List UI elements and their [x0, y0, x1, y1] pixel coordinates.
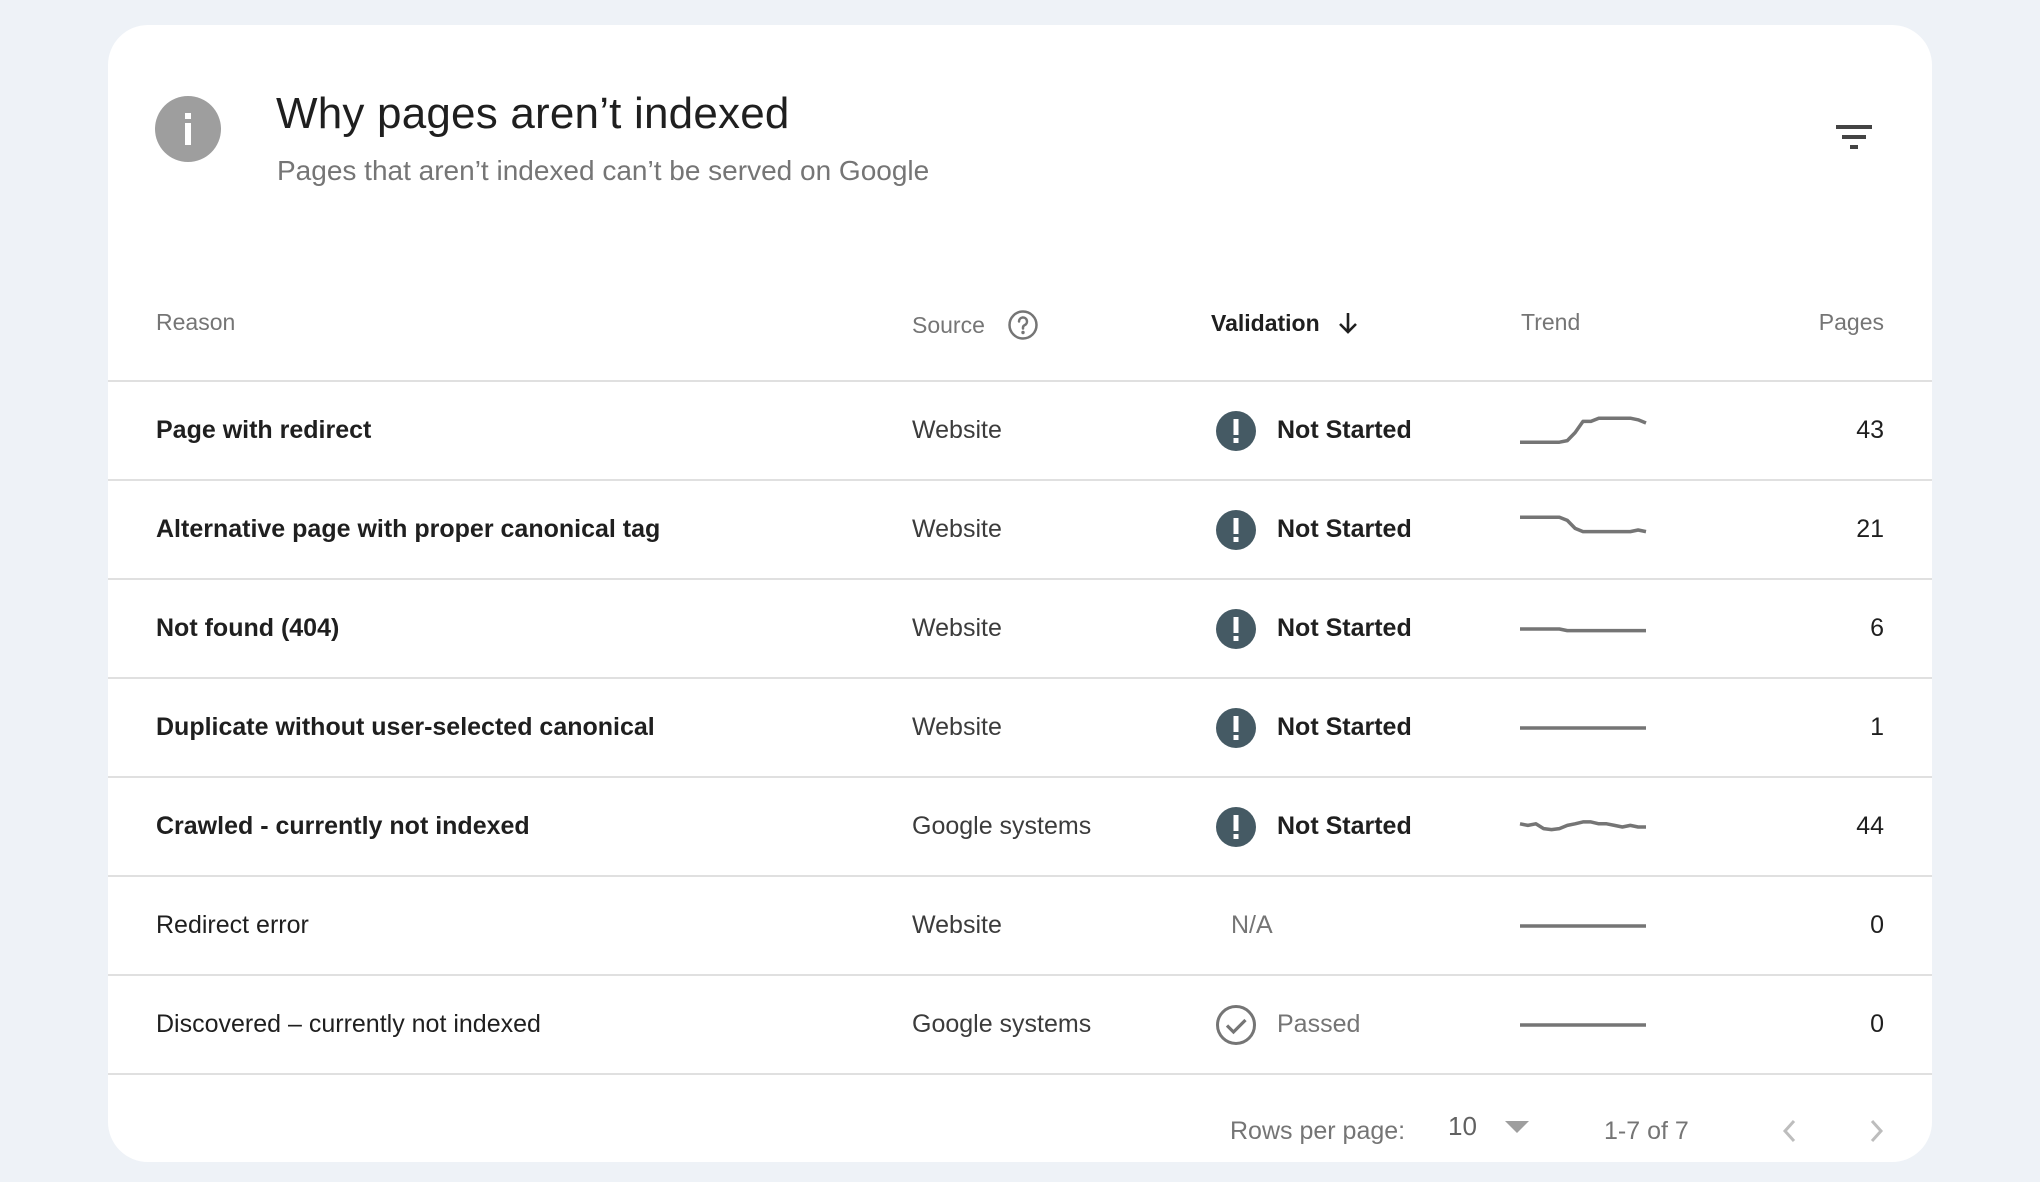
- dropdown-caret-icon: [1504, 1120, 1529, 1133]
- source-cell: Website: [912, 911, 1002, 939]
- column-label: Validation: [1211, 309, 1320, 336]
- pagination: Rows per page: 10 1-7 of 7: [108, 1073, 1932, 1153]
- trend-cell: [1518, 382, 1650, 479]
- source-cell: Website: [912, 614, 1002, 642]
- validation-cell: Not Started: [1215, 580, 1412, 677]
- validation-cell: N/A: [1215, 877, 1273, 974]
- table-row[interactable]: Discovered – currently not indexed Google…: [108, 976, 1932, 1075]
- table-row[interactable]: Crawled - currently not indexed Google sy…: [108, 778, 1932, 877]
- help-icon[interactable]: [1007, 309, 1039, 341]
- validation-status: Not Started: [1277, 515, 1412, 543]
- validation-cell: Not Started: [1215, 481, 1412, 578]
- previous-page-button[interactable]: [1770, 1111, 1810, 1151]
- validation-cell: Not Started: [1215, 679, 1412, 776]
- column-label: Reason: [156, 309, 236, 335]
- trend-cell: [1518, 778, 1650, 875]
- source-cell: Website: [912, 713, 1002, 741]
- reason-cell: Redirect error: [156, 911, 309, 939]
- validation-status: Not Started: [1277, 416, 1412, 444]
- reason-cell: Not found (404): [156, 614, 340, 642]
- validation-cell: Passed: [1215, 976, 1360, 1073]
- column-label: Source: [912, 311, 985, 338]
- next-page-button[interactable]: [1856, 1111, 1896, 1151]
- filter-icon: [1836, 125, 1872, 149]
- source-cell: Website: [912, 515, 1002, 543]
- validation-cell: Not Started: [1215, 778, 1412, 875]
- column-label: Trend: [1521, 309, 1581, 335]
- table-row[interactable]: Not found (404) Website Not Started 6: [108, 580, 1932, 679]
- trend-cell: [1518, 877, 1650, 974]
- pages-count: 1: [1870, 713, 1884, 741]
- validation-status: N/A: [1231, 911, 1273, 939]
- column-header-validation[interactable]: Validation: [1211, 309, 1362, 337]
- validation-cell: Not Started: [1215, 382, 1412, 479]
- reason-cell: Crawled - currently not indexed: [156, 812, 530, 840]
- sparkline-line: [1519, 819, 1646, 831]
- validation-status: Not Started: [1277, 614, 1412, 642]
- column-header-trend: Trend: [1521, 309, 1580, 336]
- column-label: Pages: [1818, 309, 1884, 335]
- reason-cell: Discovered – currently not indexed: [156, 1010, 541, 1038]
- source-cell: Google systems: [912, 812, 1092, 840]
- validation-status: Not Started: [1277, 812, 1412, 840]
- index-report-card: Why pages aren’t indexed Pages that aren…: [108, 25, 1932, 1162]
- trend-cell: [1518, 580, 1650, 677]
- card-subtitle: Pages that aren’t indexed can’t be serve…: [277, 155, 930, 186]
- sparkline-line: [1520, 514, 1647, 533]
- table-row[interactable]: Duplicate without user-selected canonica…: [108, 679, 1932, 778]
- pagination-range: 1-7 of 7: [1604, 1117, 1689, 1145]
- rows-per-page-value: 10: [1448, 1111, 1477, 1141]
- trend-sparkline: [1519, 819, 1646, 831]
- filter-button[interactable]: [1832, 117, 1880, 165]
- column-header-source[interactable]: Source: [912, 309, 1039, 341]
- trend-cell: [1518, 679, 1650, 776]
- alert-icon: [1216, 707, 1256, 748]
- pages-count: 0: [1870, 1010, 1884, 1038]
- column-header-pages[interactable]: Pages: [1819, 309, 1884, 336]
- column-header-reason[interactable]: Reason: [156, 309, 235, 336]
- pages-count: 6: [1870, 614, 1884, 642]
- trend-sparkline: [1520, 1022, 1646, 1027]
- chevron-right-icon: [1870, 1119, 1884, 1143]
- alert-icon: [1216, 410, 1256, 451]
- pages-count: 44: [1856, 812, 1884, 840]
- table-row[interactable]: Redirect error Website N/A 0: [108, 877, 1932, 976]
- reasons-table: Reason Source Validation Trend Pages Pag…: [108, 255, 1932, 1075]
- sparkline-line: [1520, 626, 1646, 632]
- trend-sparkline: [1520, 626, 1646, 632]
- validation-status: Not Started: [1277, 713, 1412, 741]
- trend-cell: [1518, 976, 1650, 1073]
- trend-sparkline: [1520, 514, 1647, 533]
- table-row[interactable]: Alternative page with proper canonical t…: [108, 481, 1932, 580]
- pages-count: 21: [1856, 515, 1884, 543]
- reason-cell: Page with redirect: [156, 416, 372, 444]
- trend-sparkline: [1520, 725, 1646, 730]
- trend-sparkline: [1520, 923, 1646, 928]
- check-circle-icon: [1216, 1004, 1256, 1045]
- pages-count: 43: [1856, 416, 1884, 444]
- table-header: Reason Source Validation Trend Pages: [108, 255, 1932, 382]
- alert-icon: [1216, 608, 1256, 649]
- reason-cell: Duplicate without user-selected canonica…: [156, 713, 655, 741]
- sparkline-line: [1520, 415, 1647, 444]
- table-body: Page with redirect Website Not Started 43 Al…: [108, 382, 1932, 1075]
- pages-count: 0: [1870, 911, 1884, 939]
- rows-per-page-label: Rows per page:: [1230, 1117, 1406, 1145]
- arrow-down-icon: [1338, 313, 1357, 334]
- chevron-left-icon: [1782, 1119, 1796, 1143]
- alert-icon: [1216, 509, 1256, 550]
- rows-per-page-select[interactable]: 10: [1448, 1111, 1529, 1142]
- card-title: Why pages aren’t indexed: [276, 89, 790, 138]
- reason-cell: Alternative page with proper canonical t…: [156, 515, 661, 543]
- table-row[interactable]: Page with redirect Website Not Started 43: [108, 382, 1932, 481]
- trend-cell: [1518, 481, 1650, 578]
- trend-sparkline: [1520, 415, 1647, 444]
- validation-status: Passed: [1277, 1010, 1361, 1038]
- alert-icon: [1216, 806, 1256, 847]
- info-icon: [155, 96, 221, 162]
- source-cell: Google systems: [912, 1010, 1092, 1038]
- source-cell: Website: [912, 416, 1002, 444]
